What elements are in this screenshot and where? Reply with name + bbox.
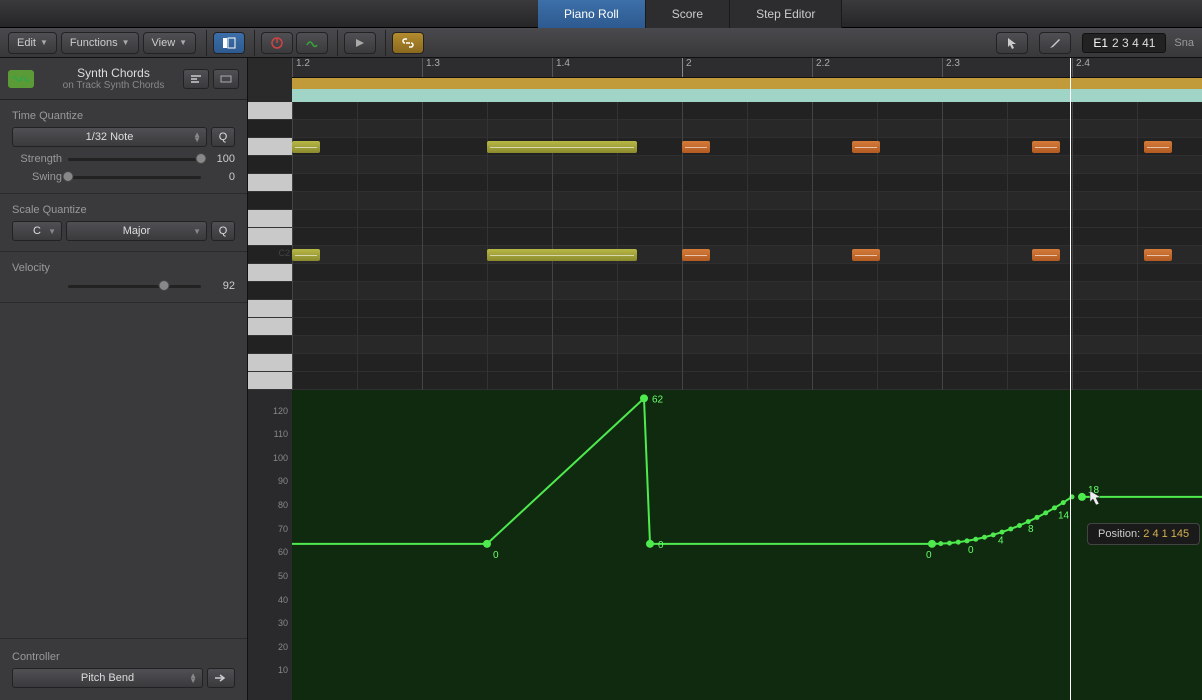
- region-view-icon[interactable]: [213, 69, 239, 89]
- tab-score[interactable]: Score: [646, 0, 730, 28]
- snap-label: Sna: [1174, 37, 1194, 49]
- swing-label: Swing: [12, 171, 68, 183]
- svg-text:0: 0: [658, 540, 664, 551]
- chevron-down-icon: ▼: [179, 38, 187, 47]
- svg-text:62: 62: [652, 394, 664, 405]
- midi-note[interactable]: [1144, 249, 1172, 261]
- region-subtitle: on Track Synth Chords: [44, 80, 183, 91]
- midi-out-icon[interactable]: [296, 32, 328, 54]
- piano-keyboard[interactable]: C2: [248, 102, 292, 390]
- position-display: E12 3 4 41: [1082, 33, 1166, 53]
- view-menu[interactable]: View▼: [143, 32, 197, 54]
- region-icon: [8, 70, 34, 88]
- updown-icon: ▲▼: [189, 673, 197, 683]
- svg-text:8: 8: [1028, 524, 1034, 535]
- midi-note[interactable]: [682, 249, 710, 261]
- midi-note[interactable]: [1032, 141, 1060, 153]
- midi-note[interactable]: [487, 249, 637, 261]
- swing-value: 0: [201, 171, 235, 183]
- position-tooltip: Position: 2 4 1 145: [1087, 523, 1200, 545]
- tab-piano-roll[interactable]: Piano Roll: [538, 0, 646, 28]
- chevron-down-icon: ▼: [122, 38, 130, 47]
- time-quantize-select[interactable]: 1/32 Note▲▼: [12, 127, 207, 147]
- tab-step-editor[interactable]: Step Editor: [730, 0, 842, 28]
- svg-text:0: 0: [968, 545, 974, 556]
- chevron-down-icon: ▼: [40, 38, 48, 47]
- automation-lane[interactable]: 620000481418 Position: 2 4 1 145: [292, 390, 1202, 700]
- midi-in-icon[interactable]: [261, 32, 293, 54]
- midi-note[interactable]: [682, 141, 710, 153]
- chevron-down-icon: ▼: [193, 229, 201, 234]
- svg-text:14: 14: [1058, 510, 1070, 521]
- velocity-slider[interactable]: [68, 285, 201, 288]
- time-quantize-label: Time Quantize: [12, 110, 235, 122]
- swing-slider[interactable]: [68, 176, 201, 179]
- pencil-tool-icon[interactable]: [1039, 32, 1071, 54]
- velocity-value: 92: [201, 280, 235, 292]
- controller-select[interactable]: Pitch Bend▲▼: [12, 668, 203, 688]
- region-title: Synth Chords: [44, 66, 183, 80]
- automation-scale: 120110100908070605040302010: [248, 390, 292, 700]
- region-overview[interactable]: [292, 78, 1202, 102]
- midi-note[interactable]: [1032, 249, 1060, 261]
- svg-text:0: 0: [493, 550, 499, 561]
- midi-note[interactable]: [1144, 141, 1172, 153]
- edit-menu[interactable]: Edit▼: [8, 32, 57, 54]
- velocity-label: Velocity: [12, 262, 235, 274]
- catch-playhead-icon[interactable]: [344, 32, 376, 54]
- inspector-toggle-icon[interactable]: [213, 32, 245, 54]
- note-grid[interactable]: [292, 102, 1202, 390]
- midi-note[interactable]: [292, 141, 320, 153]
- scale-quantize-label: Scale Quantize: [12, 204, 235, 216]
- time-ruler[interactable]: 1.2 1.3 1.4 2 2.2 2.3 2.4 3: [292, 58, 1202, 78]
- svg-text:4: 4: [998, 536, 1004, 547]
- svg-text:0: 0: [926, 550, 932, 561]
- link-icon[interactable]: [392, 32, 424, 54]
- midi-note[interactable]: [487, 141, 637, 153]
- playhead[interactable]: [1070, 58, 1071, 700]
- strength-label: Strength: [12, 153, 68, 165]
- midi-note[interactable]: [852, 141, 880, 153]
- chevron-down-icon: ▼: [48, 229, 56, 234]
- scale-type-select[interactable]: Major▼: [66, 221, 207, 241]
- controller-label: Controller: [12, 651, 235, 663]
- scale-root-select[interactable]: C▼: [12, 221, 62, 241]
- pointer-tool-icon[interactable]: [996, 32, 1028, 54]
- quantize-button[interactable]: Q: [211, 127, 235, 147]
- midi-note[interactable]: [292, 249, 320, 261]
- updown-icon: ▲▼: [193, 132, 201, 142]
- midi-note[interactable]: [852, 249, 880, 261]
- strength-slider[interactable]: [68, 158, 201, 161]
- controller-send-icon[interactable]: [207, 668, 235, 688]
- scale-quantize-button[interactable]: Q: [211, 221, 235, 241]
- notes-view-icon[interactable]: [183, 69, 209, 89]
- functions-menu[interactable]: Functions▼: [61, 32, 139, 54]
